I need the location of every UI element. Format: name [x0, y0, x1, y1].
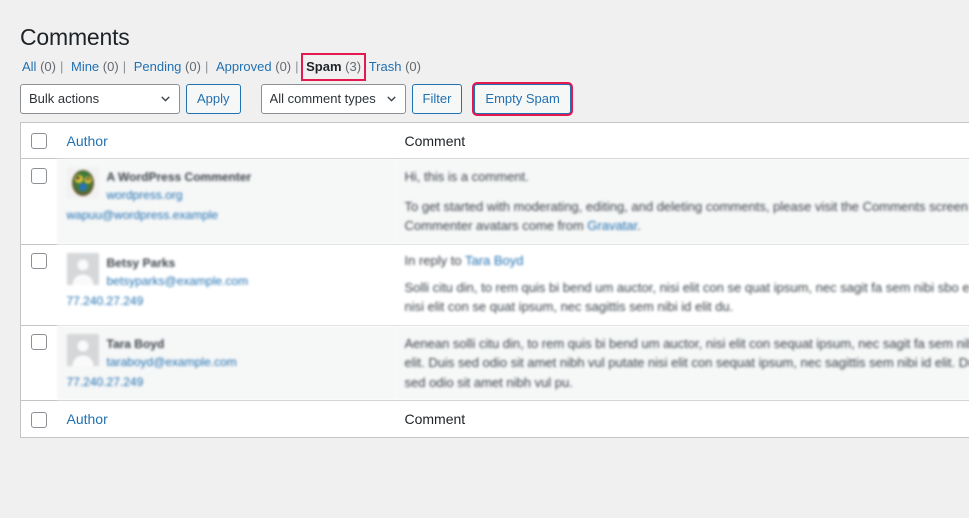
status-separator-3: | [204, 59, 209, 74]
row-comment-cell: Aenean solli citu din, to rem quis bi be… [394, 325, 969, 402]
status-link-all-label[interactable]: All [22, 59, 36, 74]
row-checkbox[interactable] [31, 167, 47, 184]
avatar [66, 333, 99, 366]
author-block: A WordPress Commenter wordpress.org wapu… [66, 167, 385, 224]
page-title: Comments [20, 24, 130, 51]
status-link-spam-label: Spam [306, 59, 342, 74]
comment-types-select[interactable]: All comment types [260, 84, 406, 114]
table-header: Author Comment [20, 122, 969, 160]
table-body: A WordPress Commenter wordpress.org wapu… [20, 158, 969, 402]
column-header-author-link[interactable]: Author [67, 133, 108, 149]
comment-line: Hi, this is a comment. [404, 169, 529, 185]
status-link-approved[interactable]: Approved (0) [214, 56, 293, 78]
filter-button[interactable]: Filter [411, 84, 463, 114]
status-filter-links: All (0) | Mine (0) | Pending (0) | Approved… [20, 53, 423, 81]
column-header-author[interactable]: Author [56, 122, 395, 160]
status-link-pending-count: (0) [185, 59, 201, 74]
author-name: Tara Boyd [106, 336, 165, 351]
in-reply-to-link[interactable]: Tara Boyd [465, 253, 524, 268]
status-link-pending[interactable]: Pending (0) [132, 56, 203, 78]
row-comment-cell: In reply to Tara Boyd Solli citu din, to… [394, 244, 969, 326]
author-email-link[interactable]: wapuu@wordpress.example [67, 204, 385, 224]
avatar [66, 167, 99, 200]
author-block: Tara Boyd taraboyd@example.com 77.240.27… [66, 333, 385, 391]
comment-line: nisi elit con se quat ipsum, nec sagitti… [404, 299, 734, 315]
status-link-spam[interactable]: Spam (3) [301, 53, 367, 81]
comment-line: sed odio sit amet nibh vul pu. [404, 374, 573, 390]
author-block: Betsy Parks betsyparks@example.com 77.24… [66, 252, 385, 310]
bulk-actions-wrapper[interactable]: Bulk actions [20, 84, 180, 114]
status-separator-4: | [295, 59, 299, 74]
comment-types-wrapper[interactable]: All comment types [260, 84, 406, 114]
column-header-comment: Comment [394, 122, 969, 160]
column-footer-author-link[interactable]: Author [67, 411, 108, 427]
select-all-checkbox-top[interactable] [31, 133, 47, 150]
in-reply-to-prefix: In reply to [404, 252, 465, 268]
author-name: Betsy Parks [106, 255, 176, 270]
status-link-approved-count: (0) [275, 59, 292, 74]
apply-button[interactable]: Apply [186, 84, 241, 114]
author-site-link[interactable]: wordpress.org [67, 186, 385, 204]
table-footer-row: Author Comment [20, 400, 969, 438]
row-author-cell: Tara Boyd taraboyd@example.com 77.240.27… [56, 325, 395, 402]
select-all-header[interactable] [20, 122, 57, 160]
row-select-cell[interactable] [20, 244, 57, 326]
empty-spam-button[interactable]: Empty Spam [474, 84, 571, 114]
status-link-trash-label[interactable]: Trash [369, 59, 402, 74]
comment-body: Solli citu din, to rem quis bi bend um a… [404, 278, 969, 317]
row-author-cell: Betsy Parks betsyparks@example.com 77.24… [56, 244, 395, 326]
table-row: A WordPress Commenter wordpress.org wapu… [20, 158, 969, 245]
avatar [66, 252, 99, 285]
row-author-cell: A WordPress Commenter wordpress.org wapu… [56, 158, 395, 245]
status-link-trash[interactable]: Trash (0) [367, 56, 423, 78]
select-all-checkbox-bottom[interactable] [31, 411, 47, 428]
status-link-trash-count: (0) [405, 59, 421, 74]
gravatar-link[interactable]: Gravatar [587, 218, 637, 233]
comment-body: Aenean solli citu din, to rem quis bi be… [404, 334, 969, 393]
status-separator-2: | [122, 59, 127, 74]
row-checkbox[interactable] [31, 253, 47, 270]
column-footer-comment: Comment [394, 400, 969, 438]
in-reply-to: In reply to Tara Boyd [405, 253, 960, 268]
table-row: Tara Boyd taraboyd@example.com 77.240.27… [20, 325, 969, 402]
status-link-mine-count: (0) [102, 59, 119, 74]
row-select-cell[interactable] [20, 325, 57, 402]
status-link-mine[interactable]: Mine (0) [69, 56, 121, 78]
table-toolbar: Bulk actions Apply All comment types Fil… [20, 84, 571, 114]
comment-body: Hi, this is a comment. To get started wi… [404, 167, 969, 236]
status-separator-1: | [59, 59, 64, 74]
status-link-pending-label[interactable]: Pending [134, 59, 182, 74]
status-link-spam-count: (3) [345, 59, 362, 74]
comment-line: elit. Duis sed odio sit amet nibh vul pu… [404, 355, 969, 371]
comment-line-with-link: Commenter avatars come from Gravatar. [405, 216, 960, 236]
bulk-actions-select[interactable]: Bulk actions [20, 84, 180, 114]
author-ip-link[interactable]: 77.240.27.249 [67, 290, 385, 310]
author-email-link[interactable]: taraboyd@example.com [67, 353, 385, 371]
status-link-all[interactable]: All (0) [20, 56, 58, 78]
table-footer: Author Comment [20, 400, 969, 438]
table-row: Betsy Parks betsyparks@example.com 77.24… [20, 244, 969, 326]
comments-list-table: Author Comment A WordPress Commenter wor… [20, 122, 969, 438]
row-select-cell[interactable] [20, 158, 57, 245]
row-comment-cell: Hi, this is a comment. To get started wi… [394, 158, 969, 245]
comment-line-suffix: . [637, 218, 641, 234]
status-link-all-count: (0) [40, 59, 56, 74]
select-all-footer[interactable] [20, 400, 57, 438]
comment-line: Aenean solli citu din, to rem quis bi be… [404, 335, 969, 351]
comment-line-text: Commenter avatars come from [404, 218, 588, 234]
author-email-link[interactable]: betsyparks@example.com [67, 272, 385, 290]
status-link-mine-label[interactable]: Mine [71, 59, 99, 74]
status-link-approved-label[interactable]: Approved [216, 59, 272, 74]
author-ip-link[interactable]: 77.240.27.249 [67, 371, 385, 391]
author-name: A WordPress Commenter [106, 170, 252, 185]
table-header-row: Author Comment [20, 122, 969, 160]
comment-line: Solli citu din, to rem quis bi bend um a… [404, 279, 969, 295]
column-footer-author[interactable]: Author [56, 400, 395, 438]
row-checkbox[interactable] [31, 334, 47, 351]
comment-line: To get started with moderating, editing,… [404, 198, 969, 214]
